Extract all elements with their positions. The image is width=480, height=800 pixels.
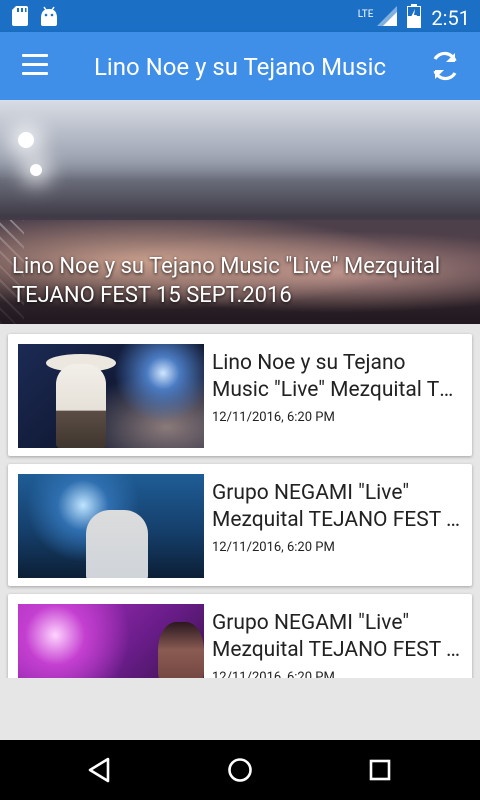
featured-video[interactable]: Lino Noe y su Tejano Music "Live" Mezqui… bbox=[0, 100, 480, 324]
video-thumbnail bbox=[18, 344, 204, 448]
android-icon bbox=[40, 6, 58, 30]
status-notifications bbox=[12, 6, 58, 30]
back-icon bbox=[88, 757, 110, 783]
menu-button[interactable] bbox=[22, 54, 48, 76]
status-bar: LTE 2:51 bbox=[0, 0, 480, 32]
video-thumbnail bbox=[18, 604, 204, 678]
signal-icon bbox=[377, 6, 398, 30]
featured-video-title: Lino Noe y su Tejano Music "Live" Mezqui… bbox=[12, 254, 441, 308]
recents-icon bbox=[369, 759, 391, 781]
video-date: 12/11/2016, 6:20 PM bbox=[212, 670, 335, 678]
battery-icon bbox=[407, 4, 422, 32]
back-button[interactable] bbox=[60, 740, 140, 800]
network-type: LTE bbox=[357, 8, 374, 20]
video-card[interactable]: Lino Noe y su Tejano Music "Live" Mezqui… bbox=[8, 334, 472, 456]
recents-button[interactable] bbox=[340, 740, 420, 800]
app-bar: Lino Noe y su Tejano Music bbox=[0, 32, 480, 100]
refresh-button[interactable] bbox=[428, 49, 462, 83]
clock: 2:51 bbox=[431, 6, 470, 30]
video-date: 12/11/2016, 6:20 PM bbox=[212, 540, 335, 555]
refresh-icon bbox=[433, 51, 457, 81]
video-title: Grupo NEGAMI "Live" Mezquital TEJANO FES… bbox=[212, 481, 462, 532]
video-title: Grupo NEGAMI "Live" Mezquital TEJANO FES… bbox=[212, 611, 462, 662]
video-card[interactable]: Grupo NEGAMI "Live" Mezquital TEJANO FES… bbox=[8, 464, 472, 586]
video-list: Lino Noe y su Tejano Music "Live" Mezqui… bbox=[0, 324, 480, 678]
stage-light bbox=[18, 132, 34, 148]
video-title: Lino Noe y su Tejano Music "Live" Mezqui… bbox=[212, 351, 462, 402]
navigation-bar bbox=[0, 740, 480, 800]
home-button[interactable] bbox=[200, 740, 280, 800]
video-date: 12/11/2016, 6:20 PM bbox=[212, 410, 335, 425]
status-system: LTE 2:51 bbox=[358, 4, 470, 32]
home-icon bbox=[228, 758, 252, 782]
app-title: Lino Noe y su Tejano Music bbox=[93, 53, 387, 81]
video-card[interactable]: Grupo NEGAMI "Live" Mezquital TEJANO FES… bbox=[8, 594, 472, 678]
featured-thumbnail bbox=[0, 100, 480, 180]
menu-icon bbox=[22, 54, 48, 57]
video-thumbnail bbox=[18, 474, 204, 578]
stage-light bbox=[30, 164, 42, 176]
sd-card-icon bbox=[12, 6, 28, 30]
